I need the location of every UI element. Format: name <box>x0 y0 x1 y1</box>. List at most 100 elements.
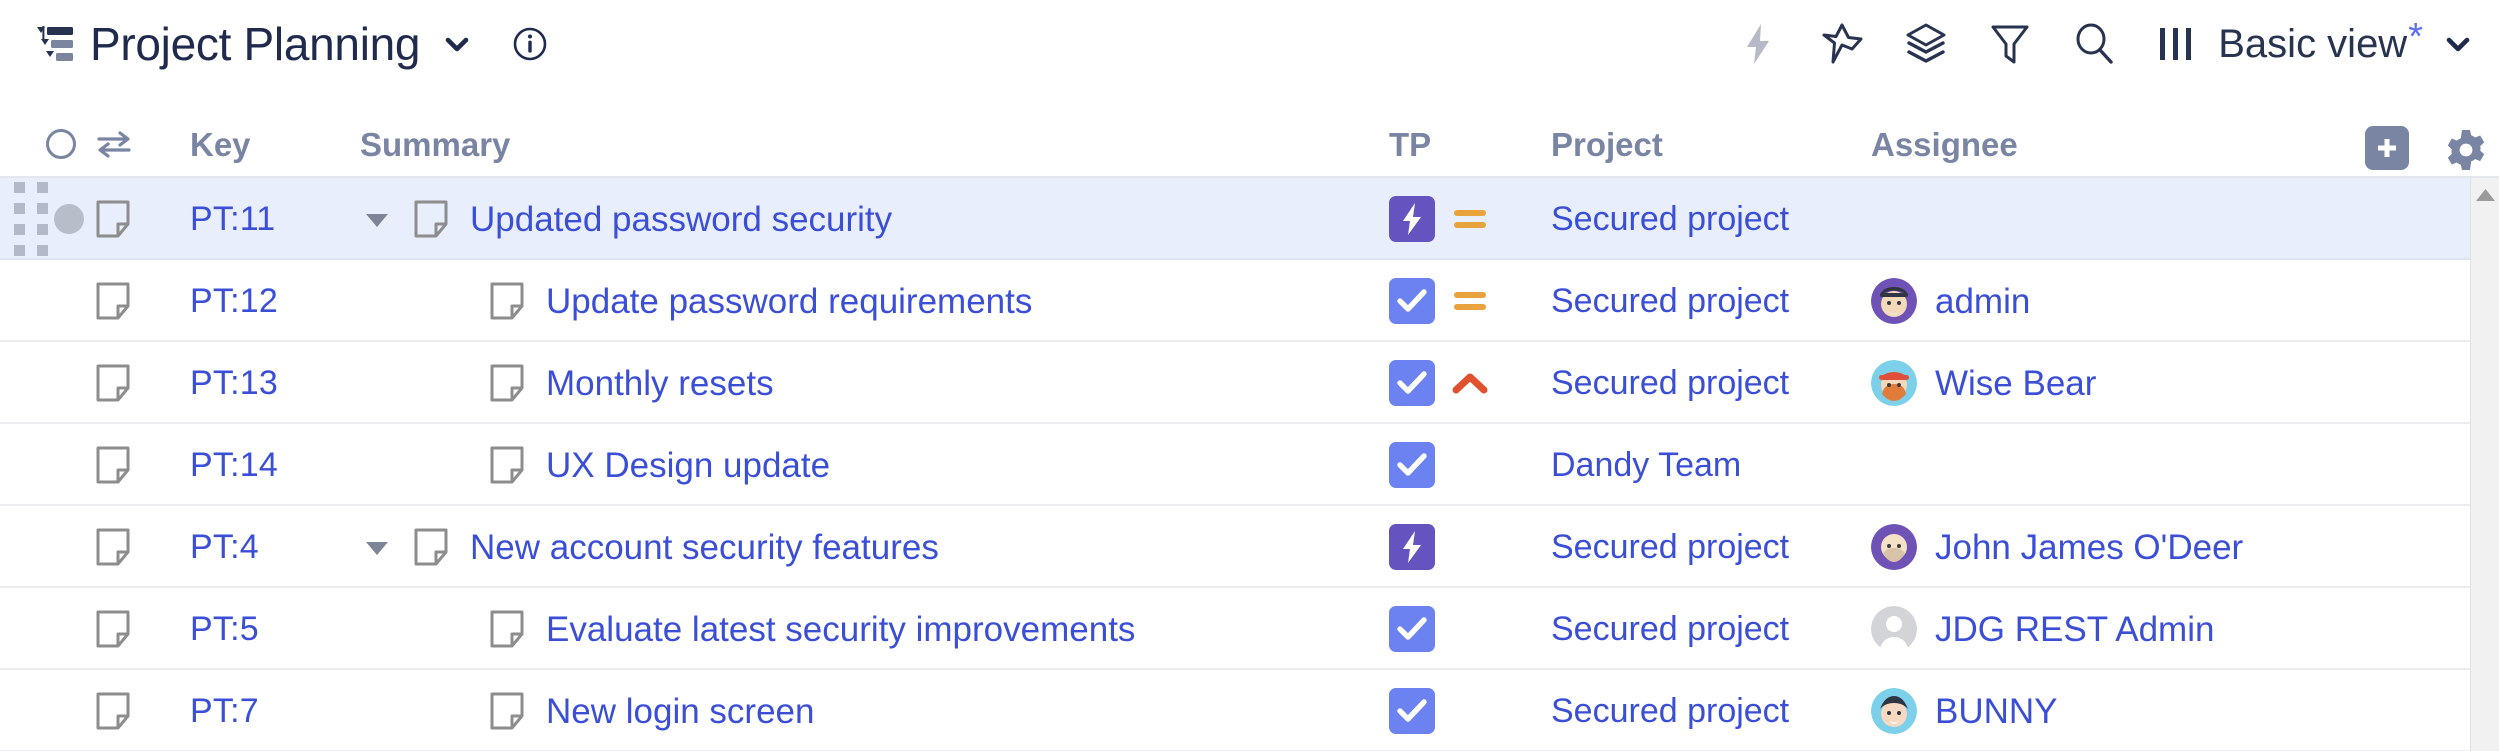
issue-summary-link[interactable]: Evaluate latest security improvements <box>546 612 1135 647</box>
table-row[interactable]: PT:11 Updated password security Secured pr… <box>0 178 2499 260</box>
expander-placeholder <box>436 612 470 646</box>
chevron-down-icon[interactable] <box>442 29 472 59</box>
issue-key-cell[interactable]: PT:14 <box>190 424 360 506</box>
project-cell[interactable]: Secured project <box>1551 178 1871 260</box>
issue-key-link[interactable]: PT:12 <box>190 284 278 318</box>
table-row[interactable]: PT:7 New login screen Secured project BUNNY <box>0 670 2499 751</box>
add-column-button[interactable] <box>2365 128 2419 168</box>
assignee-link[interactable]: JDG REST Admin <box>1935 612 2214 647</box>
issue-key-cell[interactable]: PT:7 <box>190 670 360 751</box>
project-cell[interactable]: Secured project <box>1551 670 1871 751</box>
issue-summary-cell[interactable]: Monthly resets <box>360 342 1389 424</box>
collapse-toggle-icon[interactable] <box>360 202 394 236</box>
assignee-cell[interactable] <box>1871 178 2379 260</box>
search-icon[interactable] <box>2052 12 2136 76</box>
document-icon <box>488 280 528 322</box>
project-link[interactable]: Secured project <box>1551 284 1789 318</box>
pin-icon[interactable] <box>1800 12 1884 76</box>
issue-key-link[interactable]: PT:11 <box>190 202 275 236</box>
column-header-summary[interactable]: Summary <box>360 124 1389 164</box>
project-cell[interactable]: Dandy Team <box>1551 424 1871 506</box>
assignee-link[interactable]: John James O'Deer <box>1935 530 2243 565</box>
issue-summary-link[interactable]: Monthly resets <box>546 366 774 401</box>
project-cell[interactable]: Secured project <box>1551 342 1871 424</box>
issue-key-link[interactable]: PT:13 <box>190 366 278 400</box>
assignee-link[interactable]: admin <box>1935 284 2030 319</box>
table-row[interactable]: PT:4 New account security features Secured… <box>0 506 2499 588</box>
assignee-link[interactable]: BUNNY <box>1935 694 2058 729</box>
column-header-tp[interactable]: TP <box>1389 124 1569 164</box>
project-link[interactable]: Secured project <box>1551 694 1789 728</box>
avatar[interactable] <box>1871 278 1917 324</box>
row-status-dot[interactable] <box>46 178 94 260</box>
document-icon <box>94 526 134 568</box>
column-header-key[interactable]: Key <box>190 124 360 164</box>
assignee-cell[interactable]: John James O'Deer <box>1871 506 2379 588</box>
assignee-cell[interactable]: admin <box>1871 260 2379 342</box>
avatar[interactable] <box>1871 688 1917 734</box>
issue-key-cell[interactable]: PT:11 <box>190 178 360 260</box>
view-modified-marker: * <box>2408 16 2423 58</box>
scrollbar-thumb[interactable] <box>2474 208 2497 358</box>
project-link[interactable]: Secured project <box>1551 612 1789 646</box>
table-settings-button[interactable] <box>2443 130 2497 170</box>
assignee-cell[interactable] <box>1871 424 2379 506</box>
document-icon <box>94 362 134 404</box>
automation-lightning-icon[interactable] <box>1716 12 1800 76</box>
row-document-icon-cell <box>94 260 162 342</box>
column-header-swap[interactable] <box>94 124 162 164</box>
issue-key-link[interactable]: PT:4 <box>190 530 259 564</box>
project-link[interactable]: Secured project <box>1551 366 1789 400</box>
vertical-scrollbar[interactable] <box>2470 178 2499 751</box>
layers-icon[interactable] <box>1884 12 1968 76</box>
priority-medium-icon <box>1451 202 1489 236</box>
issue-summary-link[interactable]: Update password requirements <box>546 284 1032 319</box>
view-selector[interactable]: Basic view* <box>2154 24 2473 64</box>
drag-handle[interactable] <box>0 178 46 260</box>
project-link[interactable]: Secured project <box>1551 530 1789 564</box>
avatar[interactable] <box>1871 606 1917 652</box>
issue-summary-cell[interactable]: Evaluate latest security improvements <box>360 588 1389 670</box>
assignee-cell[interactable]: Wise Bear <box>1871 342 2379 424</box>
project-cell[interactable]: Secured project <box>1551 506 1871 588</box>
issue-summary-link[interactable]: Updated password security <box>470 202 892 237</box>
column-header-assignee[interactable]: Assignee <box>1871 124 2379 164</box>
issue-key-link[interactable]: PT:5 <box>190 612 259 646</box>
issue-summary-cell[interactable]: New login screen <box>360 670 1389 751</box>
project-cell[interactable]: Secured project <box>1551 260 1871 342</box>
issue-summary-cell[interactable]: New account security features <box>360 506 1389 588</box>
project-link[interactable]: Secured project <box>1551 202 1789 236</box>
issue-summary-link[interactable]: New account security features <box>470 530 939 565</box>
issue-summary-cell[interactable]: Updated password security <box>360 178 1389 260</box>
table-row[interactable]: PT:14 UX Design update Dandy Team <box>0 424 2499 506</box>
filter-icon[interactable] <box>1968 12 2052 76</box>
issue-key-cell[interactable]: PT:5 <box>190 588 360 670</box>
chevron-down-icon[interactable] <box>2443 29 2473 59</box>
issue-key-cell[interactable]: PT:4 <box>190 506 360 588</box>
issue-summary-link[interactable]: UX Design update <box>546 448 830 483</box>
project-link[interactable]: Dandy Team <box>1551 448 1741 482</box>
issue-key-cell[interactable]: PT:13 <box>190 342 360 424</box>
app-header: Project Planning <box>0 0 2499 88</box>
issue-key-link[interactable]: PT:7 <box>190 694 259 728</box>
info-circle-icon[interactable] <box>512 26 548 62</box>
table-row[interactable]: PT:12 Update password requirements Secured… <box>0 260 2499 342</box>
issue-type-priority-cell <box>1389 506 1569 588</box>
assignee-link[interactable]: Wise Bear <box>1935 366 2096 401</box>
issue-key-link[interactable]: PT:14 <box>190 448 278 482</box>
avatar[interactable] <box>1871 360 1917 406</box>
table-row[interactable]: PT:13 Monthly resets Secured project Wise B… <box>0 342 2499 424</box>
collapse-toggle-icon[interactable] <box>360 530 394 564</box>
scroll-up-arrow-icon[interactable] <box>2471 184 2499 206</box>
column-header-status[interactable] <box>46 124 94 164</box>
avatar[interactable] <box>1871 524 1917 570</box>
project-cell[interactable]: Secured project <box>1551 588 1871 670</box>
issue-key-cell[interactable]: PT:12 <box>190 260 360 342</box>
table-row[interactable]: PT:5 Evaluate latest security improvement… <box>0 588 2499 670</box>
issue-summary-cell[interactable]: Update password requirements <box>360 260 1389 342</box>
assignee-cell[interactable]: JDG REST Admin <box>1871 588 2379 670</box>
issue-summary-link[interactable]: New login screen <box>546 694 814 729</box>
assignee-cell[interactable]: BUNNY <box>1871 670 2379 751</box>
issue-summary-cell[interactable]: UX Design update <box>360 424 1389 506</box>
column-header-project[interactable]: Project <box>1551 124 1871 164</box>
